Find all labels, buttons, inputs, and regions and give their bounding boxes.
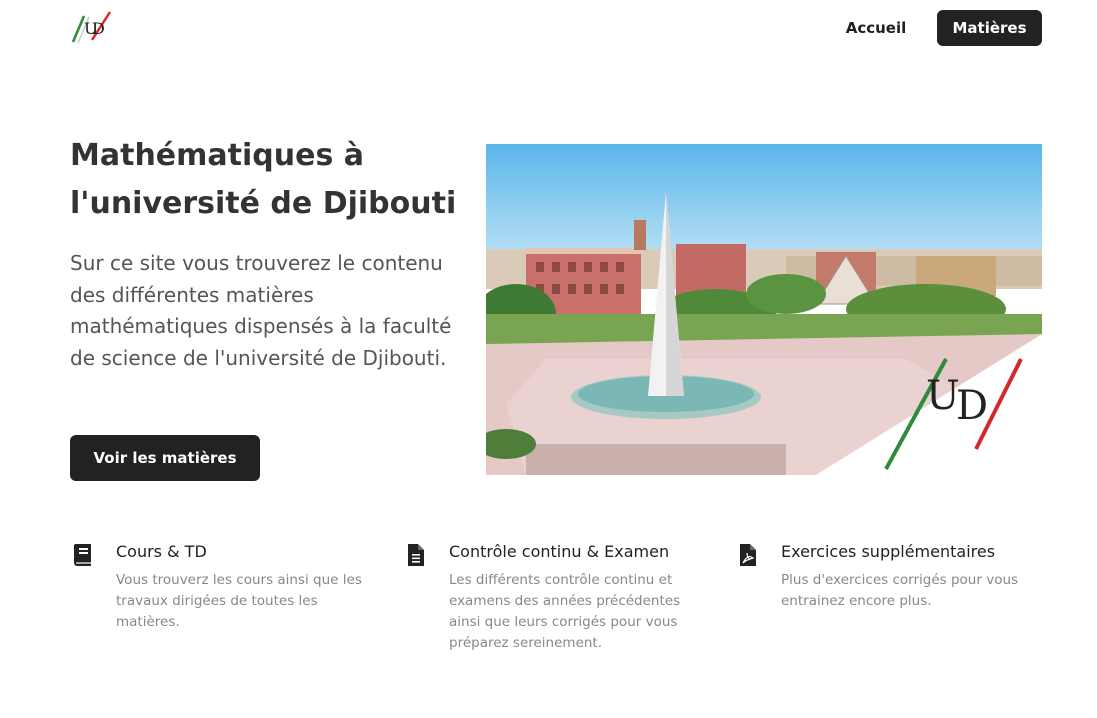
nav-button-matieres[interactable]: Matières [937,10,1042,46]
svg-text:U: U [926,373,960,419]
campus-image: U D [486,144,1042,475]
feature-title: Exercices supplémentaires [781,542,996,561]
feature-description: Vous trouverz les cours ainsi que les tr… [116,572,362,630]
book-icon [72,543,94,567]
hero-subtitle: Sur ce site vous trouverez le contenu de… [70,251,452,370]
document-icon [405,543,427,567]
feature-title: Contrôle continu & Examen [449,542,670,561]
svg-text:D: D [92,19,105,38]
svg-text:D: D [956,383,988,429]
view-subjects-button[interactable]: Voir les matières [70,435,260,481]
feature-description: Plus d'exercices corrigés pour vous entr… [781,572,1019,609]
navbar: U D Accueil Matières [0,0,1097,56]
university-logo[interactable]: U D [70,10,112,46]
pdf-file-icon [737,543,759,567]
nav-link-accueil[interactable]: Accueil [836,10,916,46]
feature-title: Cours & TD [116,542,207,561]
feature-description: Les différents contrôle continu et exame… [449,572,681,651]
hero-title: Mathématiques à l'université de Djibouti [70,138,457,221]
